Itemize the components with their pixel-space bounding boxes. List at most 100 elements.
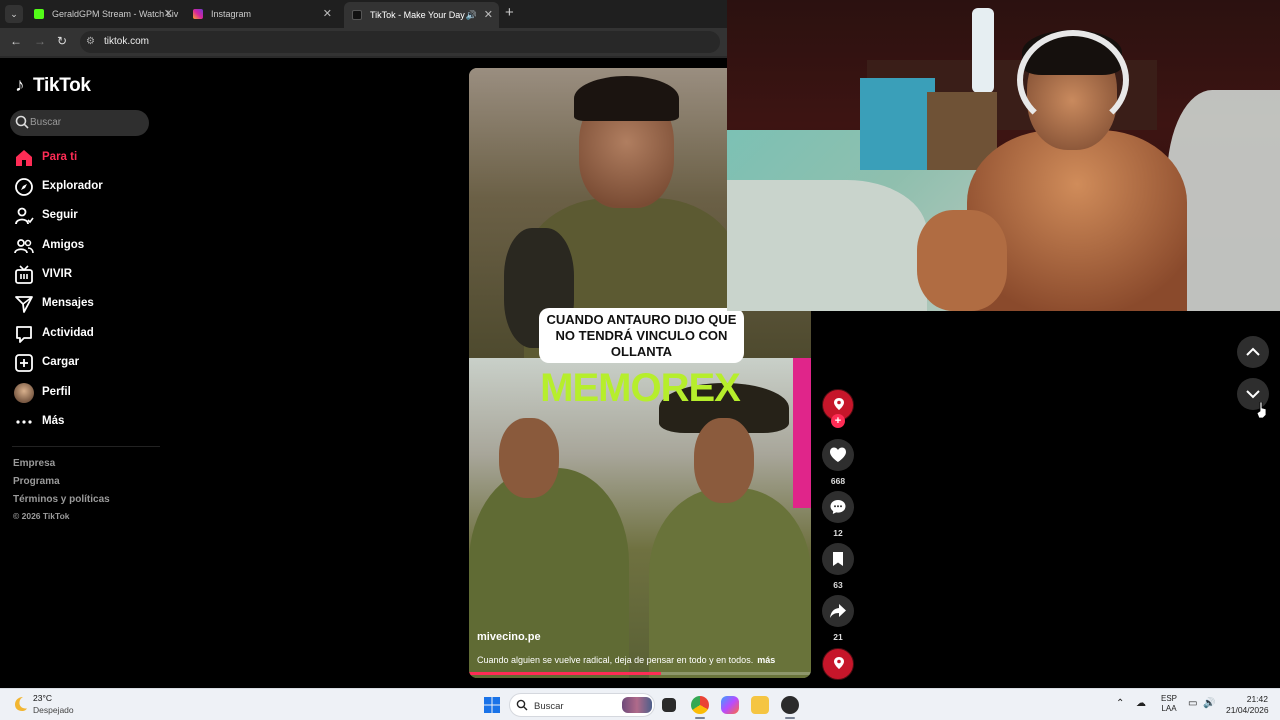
avatar (14, 383, 34, 403)
message-box-icon (16, 326, 32, 343)
tiktok-logo[interactable]: ♪ TikTok (15, 75, 91, 97)
footer-copyright: © 2026 TikTok (13, 511, 70, 521)
tab-tiktok[interactable]: TikTok - Make Your Day 🔊 ✕ (344, 2, 499, 28)
tab-search-dropdown[interactable]: ⌄ (5, 5, 23, 23)
share-icon (830, 604, 846, 618)
sidebar-item-mas[interactable]: Más (14, 410, 154, 434)
chrome-icon[interactable] (691, 696, 709, 714)
tray-overflow-icon[interactable]: ⌃ (1116, 698, 1124, 709)
sidebar-item-mensajes[interactable]: Mensajes (14, 292, 154, 316)
weather-temperature[interactable]: 23°C (33, 693, 52, 703)
sidebar-item-cargar[interactable]: Cargar (14, 351, 154, 375)
footer-link-programa[interactable]: Programa (13, 476, 60, 487)
upload-plus-icon (15, 354, 33, 372)
video-description: Cuando alguien se vuelve radical, deja d… (477, 655, 776, 665)
site-info-icon[interactable]: ⚙ (86, 36, 95, 47)
url-omnibox[interactable]: ⚙ tiktok.com (80, 31, 720, 53)
file-explorer-icon[interactable] (751, 696, 769, 714)
volume-icon[interactable]: 🔊 (1203, 698, 1215, 709)
left-soldier (469, 468, 629, 678)
comment-button[interactable] (822, 491, 854, 523)
sidebar-item-para-ti[interactable]: Para ti (14, 146, 154, 170)
like-button[interactable] (822, 439, 854, 471)
video-progress-bar[interactable] (469, 672, 811, 675)
sidebar-item-seguir[interactable]: Seguir (14, 204, 154, 228)
chrome-active-indicator (695, 717, 705, 719)
home-icon (16, 150, 32, 166)
windows-start-icon[interactable] (484, 697, 500, 713)
taskbar-search-input[interactable]: Buscar (509, 693, 655, 717)
video-progress-fill (469, 672, 661, 675)
taskbar-clock[interactable]: 21:42 21/04/2026 (1226, 694, 1269, 716)
soldier-hair (574, 76, 679, 121)
headset-icon (1017, 30, 1129, 130)
chevron-up-icon (1246, 347, 1260, 356)
tiktok-favicon-icon (352, 10, 362, 20)
back-button[interactable]: ← (10, 34, 22, 48)
instagram-favicon-icon (193, 9, 203, 19)
forward-button[interactable]: → (34, 34, 46, 48)
copilot-icon[interactable] (721, 696, 739, 714)
kick-favicon-icon (34, 9, 44, 19)
webcam-blue-box (860, 78, 935, 170)
tab-instagram[interactable]: Instagram ✕ (185, 3, 338, 25)
follow-plus-button[interactable]: + (831, 414, 845, 428)
webcam-person-arm (917, 210, 1007, 311)
speaker-icon[interactable]: 🔊 (466, 2, 477, 28)
bookmark-icon (833, 552, 843, 566)
hand-cursor-icon (1257, 402, 1267, 418)
language-indicator[interactable]: ESP LAA (1161, 694, 1177, 714)
comment-icon (830, 500, 846, 514)
follow-user-icon (15, 207, 34, 225)
sidebar-item-explorador[interactable]: Explorador (14, 175, 154, 199)
search-icon (516, 699, 528, 711)
network-icon[interactable]: ▭ (1188, 698, 1197, 709)
onedrive-cloud-icon[interactable]: ☁ (1136, 698, 1146, 709)
obs-active-indicator (785, 717, 795, 719)
sidebar-divider (12, 446, 160, 447)
share-count: 21 (833, 632, 843, 642)
sidebar-item-amigos[interactable]: Amigos (14, 234, 154, 258)
previous-video-button[interactable] (1237, 336, 1269, 368)
reload-button[interactable]: ↻ (57, 34, 67, 48)
sidebar-item-vivir[interactable]: VIVIR (14, 263, 154, 287)
video-overlay-caption: CUANDO ANTAURO DIJO QUE NO TENDRÁ VINCUL… (539, 308, 744, 363)
more-dots-icon (16, 420, 32, 424)
send-icon (15, 296, 33, 313)
close-tab-icon[interactable]: ✕ (323, 3, 332, 25)
search-highlight-image (622, 697, 652, 713)
close-tab-icon[interactable]: ✕ (484, 2, 493, 28)
tiktok-note-icon: ♪ (15, 75, 25, 96)
video-username[interactable]: mivecino.pe (477, 631, 541, 643)
webcam-overlay (727, 0, 1280, 311)
close-tab-icon[interactable]: ✕ (164, 3, 173, 25)
moon-weather-icon[interactable] (12, 696, 28, 712)
webcam-bottle (972, 8, 994, 93)
footer-link-empresa[interactable]: Empresa (13, 458, 55, 469)
url-text: tiktok.com (104, 36, 150, 47)
search-input[interactable]: Buscar (10, 110, 149, 136)
tab-kick[interactable]: GeraldGPM Stream - Watch Liv ✕ (26, 3, 179, 25)
windows-taskbar: 23°C Despejado Buscar ⌃ ☁ ESP LAA ▭ 🔊 21… (0, 688, 1280, 720)
sidebar-item-actividad[interactable]: Actividad (14, 322, 154, 346)
webcam-bedsheet (727, 180, 927, 311)
obs-icon[interactable] (781, 696, 799, 714)
weather-description[interactable]: Despejado (33, 705, 74, 715)
save-button[interactable] (822, 543, 854, 575)
left-soldier-face (499, 418, 559, 498)
sidebar-item-perfil[interactable]: Perfil (14, 381, 154, 405)
location-pin-icon (834, 398, 844, 410)
music-disc-button[interactable] (822, 648, 854, 680)
task-view-icon[interactable] (662, 698, 676, 712)
heart-icon (830, 447, 846, 462)
like-count: 668 (830, 476, 846, 486)
right-soldier-face (694, 418, 754, 503)
live-tv-icon (15, 265, 33, 284)
more-button[interactable]: más (757, 655, 775, 665)
friends-icon (14, 239, 34, 254)
share-button[interactable] (822, 595, 854, 627)
footer-link-terminos[interactable]: Términos y políticas (13, 494, 110, 505)
memorex-title: MEMOREX (540, 366, 741, 410)
new-tab-button[interactable]: + (505, 4, 514, 21)
location-pin-icon (834, 657, 844, 669)
